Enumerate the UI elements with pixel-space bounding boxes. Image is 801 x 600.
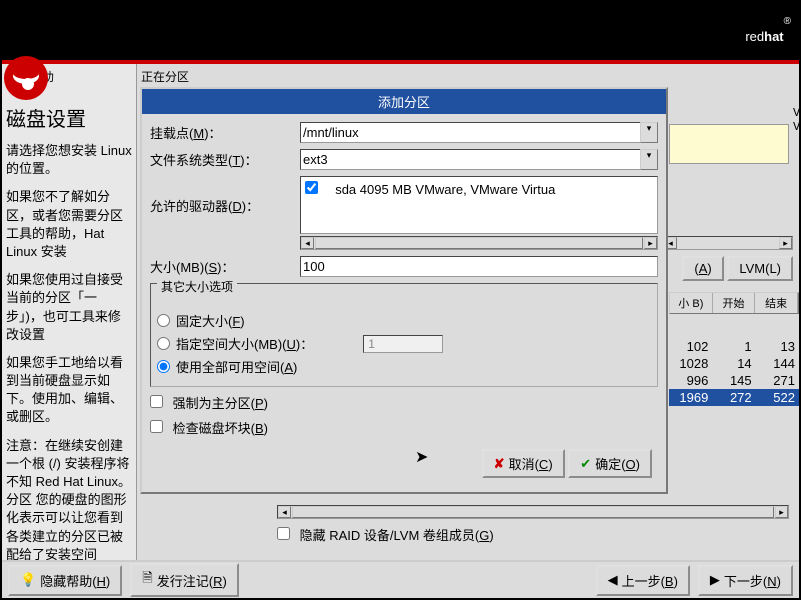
help-pane: 在线帮助 磁盘设置 请选择您想安装 Linux 的位置。 如果您不了解如分区，或… <box>2 64 137 560</box>
cancel-icon: ✘ <box>494 456 505 472</box>
redhat-logo-icon <box>2 54 50 102</box>
help-text: 请选择您想安装 Linux 的位置。 如果您不了解如分区，或者您需要分区工具的帮… <box>6 142 132 564</box>
allowed-drives-label: 允许的驱动器(D)： <box>150 176 300 215</box>
redhat-logo-text: redhat <box>745 16 791 48</box>
main-scrollbar[interactable]: ◂ ▸ <box>277 505 789 519</box>
hide-help-button[interactable]: 💡 隐藏帮助(H) <box>8 565 122 596</box>
fs-type-label: 文件系统类型(T)： <box>150 150 300 169</box>
document-icon: 🗎 <box>142 569 152 591</box>
scroll-left-icon[interactable]: ◂ <box>301 237 314 249</box>
table-row[interactable]: 996145271 <box>669 372 799 389</box>
scroll-thumb[interactable] <box>315 237 643 249</box>
scroll-right-icon[interactable]: ▸ <box>644 237 657 249</box>
fs-dropdown-button[interactable]: ▾ <box>640 149 658 170</box>
radio-upto-label: 指定空间大小(MB)(U)： <box>176 334 313 353</box>
force-primary-label: 强制为主分区(P) <box>173 396 268 411</box>
drive-scrollbar[interactable]: ◂ ▸ <box>300 236 658 250</box>
mount-point-label: 挂载点(M)： <box>150 123 300 142</box>
radio-fill-upto[interactable] <box>157 337 170 350</box>
fs-type-input[interactable] <box>300 149 640 170</box>
lightbulb-icon: 💡 <box>20 572 36 588</box>
disk-scrollbar[interactable]: ◂ ▸ <box>663 236 793 250</box>
scroll-left-icon[interactable]: ◂ <box>278 506 291 518</box>
table-row[interactable]: 102814144 <box>669 355 799 372</box>
release-notes-button[interactable]: 🗎 发行注记(R) <box>130 563 239 597</box>
partition-table-header: 小 B) 开始 结束 <box>669 292 799 314</box>
next-button[interactable]: ▶ 下一步(N) <box>698 565 793 596</box>
add-partition-dialog: 添加分区 挂载点(M)： ▾ 文件系统类型(T)： ▾ 允许的驱动器(D)： s <box>140 87 668 494</box>
help-title: 磁盘设置 <box>6 103 132 132</box>
upto-size-spinner[interactable]: 1 <box>363 335 443 353</box>
ok-icon: ✔ <box>580 456 591 472</box>
size-input[interactable] <box>300 256 658 277</box>
force-primary-checkbox[interactable] <box>150 395 163 408</box>
dialog-title: 添加分区 <box>142 89 666 114</box>
mount-point-input[interactable] <box>300 122 640 143</box>
drive-sda-checkbox[interactable] <box>305 181 318 194</box>
check-badblocks-checkbox[interactable] <box>150 420 163 433</box>
radio-fixed-size[interactable] <box>157 314 170 327</box>
drive-item-sda[interactable]: sda 4095 MB VMware, VMware Virtua <box>301 177 657 202</box>
hide-raid-checkbox[interactable] <box>277 527 290 540</box>
main-label: 正在分区 <box>141 68 795 85</box>
disk-device-label: VMware Virtual <box>793 106 801 134</box>
table-row[interactable]: 102113 <box>669 338 799 355</box>
back-button[interactable]: ◀ 上一步(B) <box>596 565 690 596</box>
scroll-thumb[interactable] <box>292 506 774 518</box>
bottom-nav-bar: 💡 隐藏帮助(H) 🗎 发行注记(R) ◀ 上一步(B) ▶ 下一步(N) <box>2 560 799 598</box>
radio-all-label: 使用全部可用空间(A) <box>176 357 297 376</box>
scroll-right-icon[interactable]: ▸ <box>779 237 792 249</box>
size-options-fieldset: 其它大小选项 固定大小(F) 指定空间大小(MB)(U)： 1 使用全部可用空间… <box>150 283 658 387</box>
arrow-left-icon: ◀ <box>608 572 618 588</box>
hide-raid-label: 隐藏 RAID 设备/LVM 卷组成员(G) <box>300 528 494 543</box>
a-button[interactable]: (A) <box>682 256 723 281</box>
radio-fixed-label: 固定大小(F) <box>176 311 245 330</box>
mount-dropdown-button[interactable]: ▾ <box>640 122 658 143</box>
size-label: 大小(MB)(S)： <box>150 257 300 276</box>
drive-list[interactable]: sda 4095 MB VMware, VMware Virtua <box>300 176 658 234</box>
ok-button[interactable]: ✔ 确定(O) <box>568 449 652 478</box>
scroll-right-icon[interactable]: ▸ <box>775 506 788 518</box>
check-badblocks-label: 检查磁盘坏块(B) <box>173 421 268 436</box>
table-row-selected[interactable]: 1969272522 <box>669 389 799 406</box>
disk-usage-bar <box>669 124 789 164</box>
cancel-button[interactable]: ✘ 取消(C) <box>482 449 565 478</box>
size-options-legend: 其它大小选项 <box>157 278 237 295</box>
header-bar: redhat <box>2 2 799 60</box>
radio-use-all[interactable] <box>157 360 170 373</box>
lvm-button[interactable]: LVM(L) <box>727 256 793 281</box>
arrow-right-icon: ▶ <box>710 572 720 588</box>
